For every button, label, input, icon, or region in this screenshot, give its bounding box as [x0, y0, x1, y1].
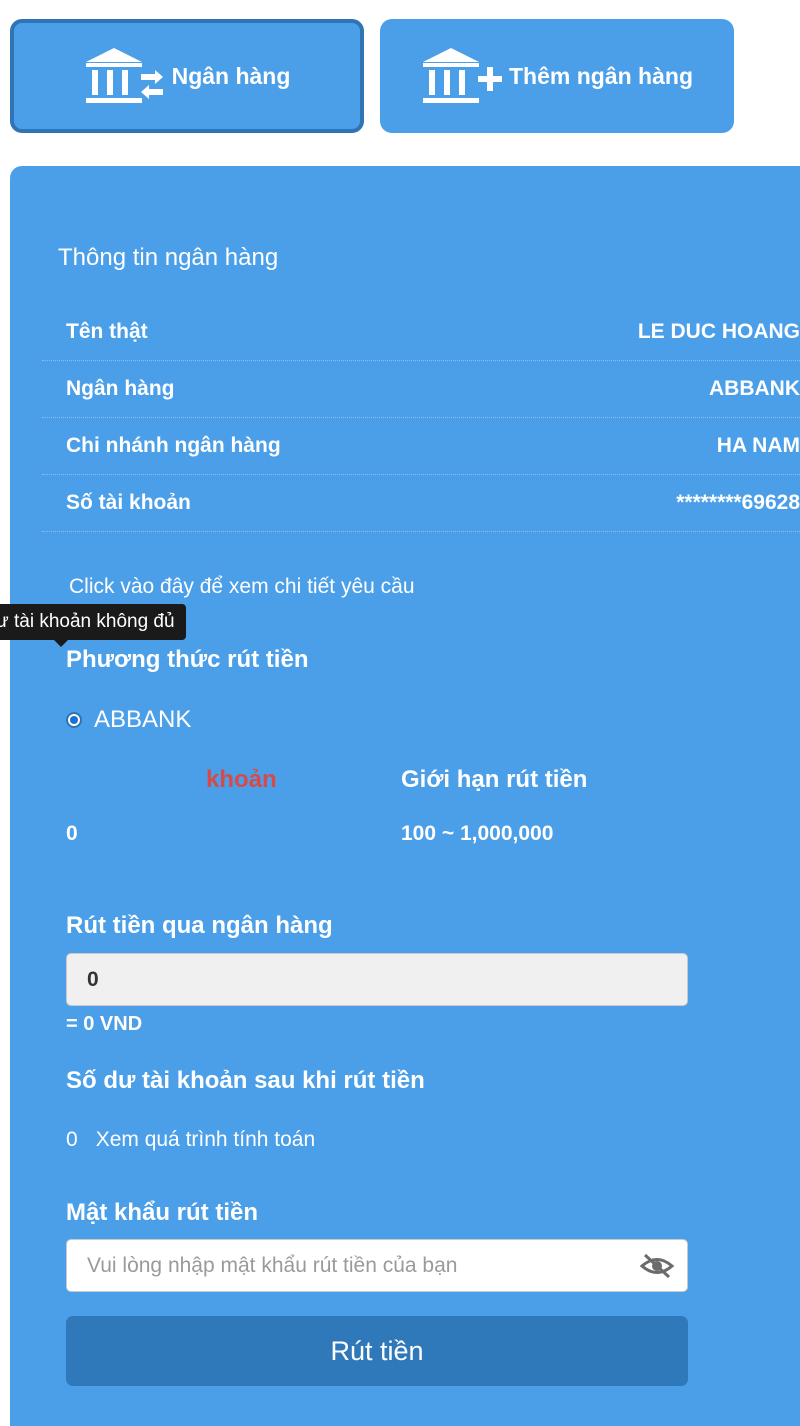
balance-after-row: 0 Xem quá trình tính toán [66, 1128, 315, 1152]
info-row-bank: Ngân hàng ABBANK [42, 360, 800, 418]
view-calculation-link[interactable]: Xem quá trình tính toán [96, 1128, 315, 1152]
bank-add-icon [423, 48, 502, 103]
info-value: HA NAM [716, 434, 800, 457]
balance-heading: khoản [206, 766, 277, 793]
withdraw-submit-button[interactable]: Rút tiền [66, 1316, 688, 1386]
bank-info-title: Thông tin ngân hàng [58, 244, 279, 271]
info-row-real-name: Tên thật LE DUC HOANG [42, 303, 800, 361]
tooltip-arrow [54, 640, 68, 647]
info-row-branch: Chi nhánh ngân hàng HA NAM [42, 417, 800, 475]
withdraw-method-option[interactable]: ABBANK [66, 706, 191, 734]
withdraw-method-label: ABBANK [94, 706, 192, 733]
withdraw-panel: Thông tin ngân hàng Tên thật LE DUC HOAN… [10, 166, 800, 1426]
info-value: LE DUC HOANG [637, 320, 800, 343]
info-label: Tên thật [66, 320, 148, 343]
bank-withdraw-title: Rút tiền qua ngân hàng [66, 912, 333, 939]
eye-slash-icon[interactable] [639, 1252, 675, 1280]
tab-add-bank-label: Thêm ngân hàng [509, 62, 693, 89]
info-value: ABBANK [709, 377, 800, 400]
withdraw-limit-heading: Giới hạn rút tiền [401, 766, 588, 793]
insufficient-balance-tooltip: ư tài khoản không đủ [0, 604, 186, 640]
withdraw-method-title: Phương thức rút tiền [66, 646, 309, 673]
info-label: Chi nhánh ngân hàng [66, 434, 281, 457]
info-row-account-number: Số tài khoản ********69628 [42, 474, 800, 532]
request-detail-link[interactable]: Click vào đây để xem chi tiết yêu cầu [69, 575, 415, 599]
info-value: ********69628 [676, 491, 800, 514]
bank-transfer-icon [85, 48, 163, 103]
tab-bank[interactable]: Ngân hàng [10, 19, 364, 133]
withdraw-password-title: Mật khẩu rút tiền [66, 1199, 259, 1226]
password-field [66, 1239, 688, 1292]
info-label: Ngân hàng [66, 377, 175, 400]
info-label: Số tài khoản [66, 491, 191, 514]
password-input[interactable] [67, 1240, 627, 1291]
radio-selected-icon[interactable] [66, 712, 82, 728]
tab-bank-label: Ngân hàng [171, 62, 291, 89]
converted-amount: = 0 VND [66, 1013, 143, 1035]
balance-after-title: Số dư tài khoản sau khi rút tiền [66, 1067, 425, 1094]
balance-after-value: 0 [66, 1128, 78, 1151]
tab-add-bank[interactable]: Thêm ngân hàng [380, 19, 734, 133]
amount-input[interactable] [66, 953, 688, 1006]
withdraw-limit-value: 100 ~ 1,000,000 [401, 822, 554, 845]
balance-value: 0 [66, 822, 78, 845]
